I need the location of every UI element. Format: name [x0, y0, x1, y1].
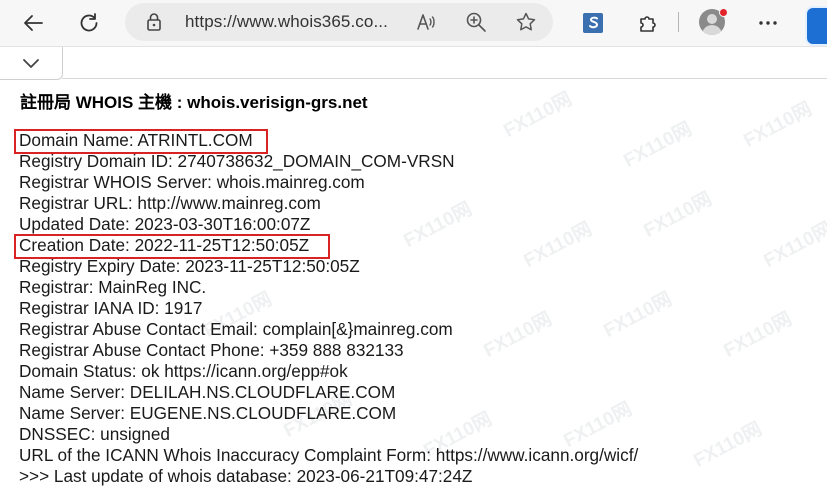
- whois-line: Creation Date: 2022-11-25T12:50:05Z: [19, 235, 310, 255]
- sidebar-icon[interactable]: [805, 6, 827, 46]
- watermark: FX110网: [720, 308, 796, 362]
- whois-line: Domain Status: ok https://icann.org/epp#…: [19, 361, 348, 381]
- whois-line: Domain Name: ATRINTL.COM: [19, 130, 253, 150]
- browser-toolbar: https://www.whois365.co...: [0, 0, 827, 47]
- whois-line: Registrar WHOIS Server: whois.mainreg.co…: [19, 172, 365, 192]
- zoom-icon[interactable]: [465, 11, 487, 33]
- watermark: FX110网: [760, 218, 827, 272]
- page-title: 註冊局 WHOIS 主機 : whois.verisign-grs.net: [20, 93, 368, 112]
- toolbar-separator: [678, 12, 679, 32]
- whois-line: Registrar Abuse Contact Email: complain[…: [19, 319, 453, 339]
- whois-line: Registrar Abuse Contact Phone: +359 888 …: [19, 340, 404, 360]
- whois-line: URL of the ICANN Whois Inaccuracy Compla…: [19, 445, 639, 465]
- whois-line: DNSSEC: unsigned: [19, 424, 170, 444]
- refresh-icon[interactable]: [73, 7, 105, 39]
- read-aloud-icon[interactable]: [415, 11, 437, 33]
- s-extension-icon[interactable]: [577, 7, 609, 39]
- whois-line: Registrar: MainReg INC.: [19, 277, 207, 297]
- notification-badge: [719, 8, 728, 17]
- whois-line: Registrar IANA ID: 1917: [19, 298, 203, 318]
- watermark: FX110网: [640, 188, 716, 242]
- watermark: FX110网: [690, 418, 766, 472]
- whois-record: Domain Name: ATRINTL.COM Registry Domain…: [19, 130, 638, 487]
- back-arrow-icon[interactable]: [17, 7, 49, 39]
- chevron-down-icon: [23, 59, 39, 68]
- whois-line: >>> Last update of whois database: 2023-…: [19, 466, 473, 486]
- star-icon[interactable]: [515, 11, 537, 33]
- whois-line: Name Server: EUGENE.NS.CLOUDFLARE.COM: [19, 403, 397, 423]
- whois-line: Updated Date: 2023-03-30T16:00:07Z: [19, 214, 311, 234]
- whois-line: Registry Domain ID: 2740738632_DOMAIN_CO…: [19, 151, 455, 171]
- whois-line: Registrar URL: http://www.mainreg.com: [19, 193, 321, 213]
- url-text[interactable]: https://www.whois365.co...: [185, 12, 388, 32]
- divider: [62, 78, 827, 79]
- whois-line: Registry Expiry Date: 2023-11-25T12:50:0…: [19, 256, 360, 276]
- whois-line: Name Server: DELILAH.NS.CLOUDFLARE.COM: [19, 382, 396, 402]
- puzzle-icon[interactable]: [632, 7, 664, 39]
- lock-icon[interactable]: [145, 12, 163, 37]
- address-bar[interactable]: https://www.whois365.co...: [125, 3, 553, 41]
- more-icon[interactable]: [752, 7, 784, 39]
- collapse-toggle[interactable]: [0, 47, 63, 80]
- watermark: FX110网: [740, 98, 816, 152]
